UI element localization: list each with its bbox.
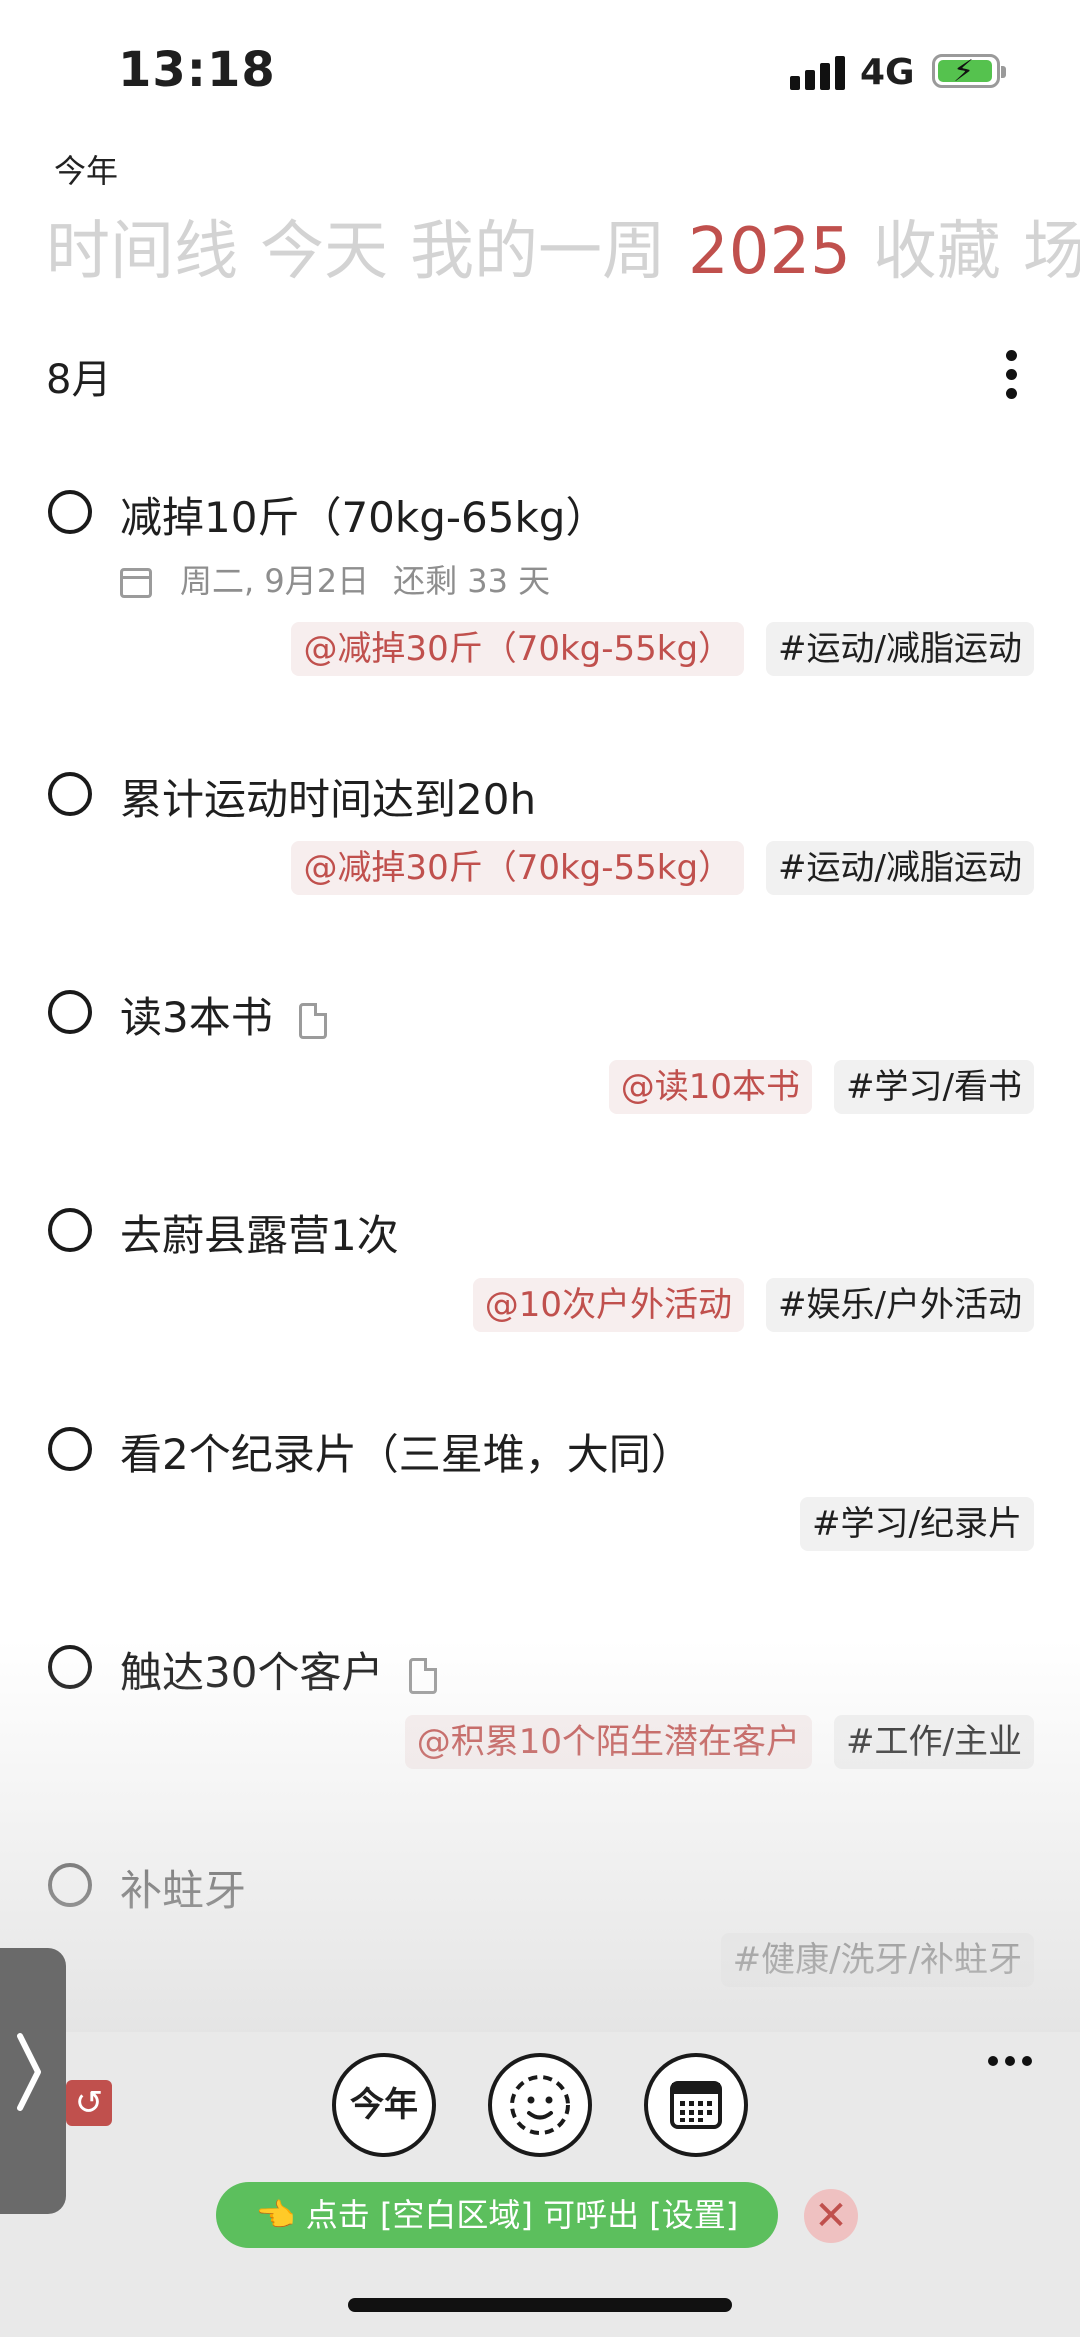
calendar-icon <box>670 2081 722 2129</box>
goal-remaining: 还剩 33 天 <box>393 562 551 600</box>
goal-title-row: 触达30个客户 <box>120 1639 438 1700</box>
goal-checkbox[interactable] <box>48 1645 92 1689</box>
category-tag[interactable]: #健康/洗牙/补蛀牙 <box>720 1933 1034 1987</box>
battery-charging-icon: ⚡ <box>932 54 1006 89</box>
goal-title: 看2个纪录片（三星堆，大同） <box>120 1430 693 1479</box>
goal-title: 补蛀牙 <box>120 1866 247 1915</box>
network-label: 4G <box>860 52 915 93</box>
goal-title: 累计运动时间达到20h <box>120 775 537 824</box>
signal-icon <box>790 54 846 90</box>
tab-favorites[interactable]: 收藏 <box>873 200 1001 290</box>
category-tag[interactable]: #学习/看书 <box>834 1060 1034 1114</box>
smiley-icon <box>510 2075 570 2135</box>
category-tag[interactable]: #学习/纪录片 <box>800 1497 1034 1551</box>
tab-today[interactable]: 今天 <box>260 200 388 290</box>
goal-due-info: 周二, 9月2日 还剩 33 天 <box>120 556 550 602</box>
goal-title: 去蔚县露营1次 <box>120 1211 399 1260</box>
parent-goal-tag[interactable]: @读10本书 <box>608 1060 813 1114</box>
category-tag[interactable]: #娱乐/户外活动 <box>766 1278 1034 1332</box>
category-tag[interactable]: #运动/减脂运动 <box>766 622 1034 676</box>
goal-due-date: 周二, 9月2日 <box>180 562 370 600</box>
home-indicator <box>348 2298 732 2312</box>
status-time: 13:18 <box>118 42 276 98</box>
parent-goal-tag[interactable]: @减掉30斤（70kg-55kg） <box>291 622 745 676</box>
note-icon[interactable] <box>298 1002 327 1039</box>
category-tag[interactable]: #工作/主业 <box>834 1715 1034 1769</box>
goal-title-row: 读3本书 <box>120 984 327 1045</box>
undo-button[interactable]: ↺ <box>66 2080 112 2126</box>
more-options-icon[interactable] <box>1000 350 1024 400</box>
mood-button[interactable] <box>488 2053 592 2157</box>
goal-checkbox[interactable] <box>48 990 92 1034</box>
this-year-button[interactable]: 今年 <box>332 2053 436 2157</box>
chevron-right-icon <box>17 2033 41 2111</box>
close-icon[interactable]: ✕ <box>804 2189 858 2243</box>
category-tag[interactable]: #运动/减脂运动 <box>766 841 1034 895</box>
settings-hint[interactable]: 👈 点击 [空白区域] 可呼出 [设置] <box>216 2182 778 2248</box>
goal-checkbox[interactable] <box>48 1863 92 1907</box>
tab-my-week[interactable]: 我的一周 <box>410 200 666 290</box>
side-drawer-handle[interactable] <box>0 1948 66 2214</box>
parent-goal-tag[interactable]: @积累10个陌生潜在客户 <box>404 1715 813 1769</box>
calendar-button[interactable] <box>644 2053 748 2157</box>
calendar-icon <box>120 568 152 598</box>
goal-checkbox[interactable] <box>48 772 92 816</box>
toolbar-more-icon[interactable] <box>988 2054 1034 2068</box>
parent-goal-tag[interactable]: @减掉30斤（70kg-55kg） <box>291 841 745 895</box>
month-heading: 8月 <box>46 357 112 403</box>
tab-next[interactable]: 场 <box>1023 200 1080 290</box>
view-tabs: 时间线 今天 我的一周 2025 收藏场 <box>46 200 1080 290</box>
parent-goal-tag[interactable]: @10次户外活动 <box>472 1278 745 1332</box>
status-bar: 13:18 4G ⚡ <box>0 0 1080 140</box>
goal-title: 触达30个客户 <box>120 1648 384 1697</box>
goal-checkbox[interactable] <box>48 1427 92 1471</box>
tab-year-2025[interactable]: 2025 <box>688 215 851 289</box>
tab-timeline[interactable]: 时间线 <box>46 200 238 290</box>
goal-title: 减掉10斤（70kg-65kg） <box>120 493 608 542</box>
note-icon[interactable] <box>409 1657 438 1694</box>
page-title: 今年 <box>54 152 119 190</box>
this-year-label: 今年 <box>350 2085 418 2125</box>
goal-checkbox[interactable] <box>48 490 92 534</box>
goal-checkbox[interactable] <box>48 1208 92 1252</box>
goal-title: 读3本书 <box>120 993 273 1042</box>
